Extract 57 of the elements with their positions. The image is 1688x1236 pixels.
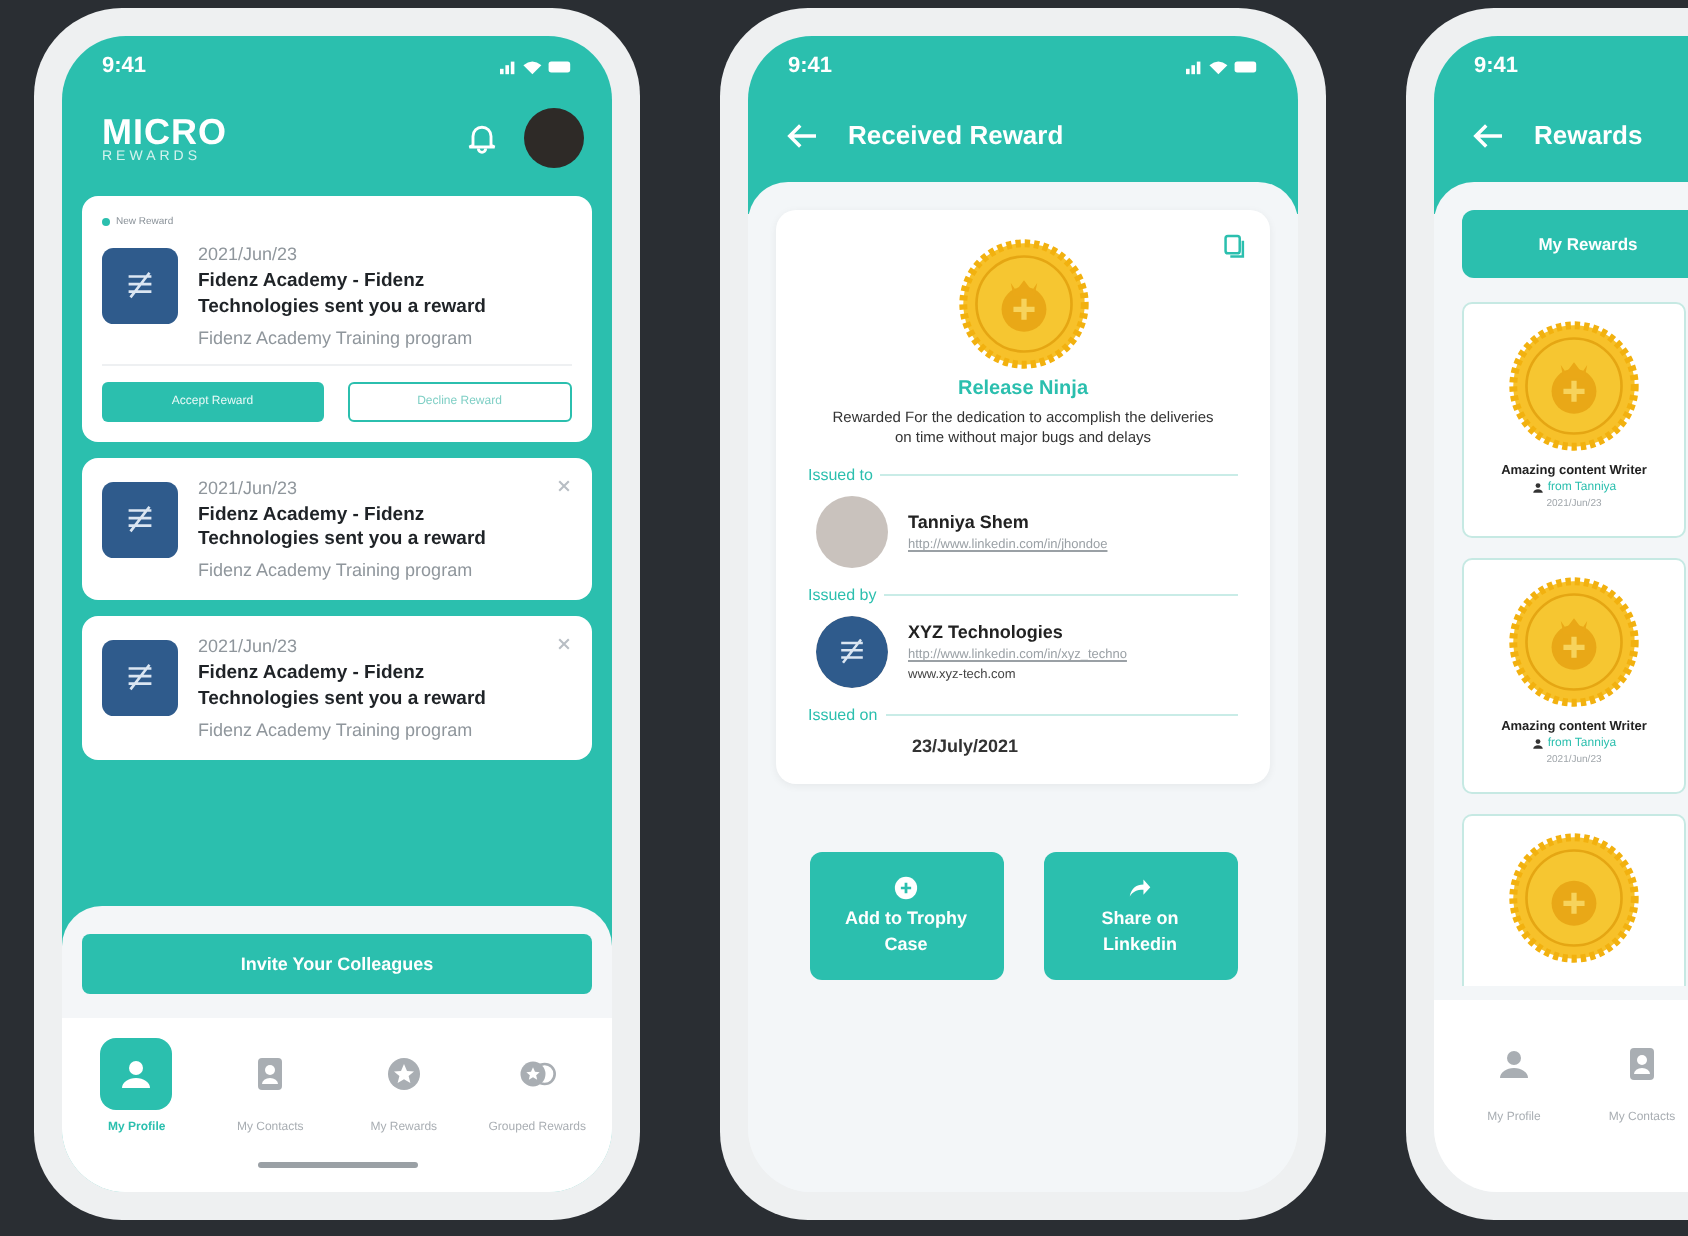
notification-date: 2021/Jun/23 (198, 477, 300, 498)
battery-icon (548, 60, 571, 72)
badge-dot (102, 218, 110, 226)
copy-icon[interactable] (1224, 234, 1246, 260)
recipient-name: Tanniya Shem (908, 512, 1031, 533)
status-time: 9:41 (102, 54, 147, 78)
back-arrow-icon[interactable] (784, 121, 820, 149)
notification-subtitle: Fidenz Academy Training program (198, 719, 475, 740)
logo-icon (816, 616, 888, 689)
star-circle-icon (383, 1054, 424, 1094)
section-label: Issued on (808, 706, 878, 725)
invite-button[interactable]: Invite Your Colleagues (82, 934, 592, 994)
section-label: Issued by (808, 586, 877, 605)
plus-circle-icon (894, 876, 918, 901)
medal-icon (1508, 320, 1640, 452)
reward-name: Release Ninja (957, 378, 1089, 400)
close-icon[interactable] (556, 477, 572, 494)
reward-card[interactable] (1462, 814, 1686, 986)
screen-title: Received Reward (848, 120, 1064, 150)
photo-placeholder (816, 496, 888, 569)
notification-card[interactable]: 2021/Jun/23 Fidenz Academy - Fidenz Technologies sent you a reward Fidenz Academy Training program (82, 457, 592, 601)
medal-icon (1508, 576, 1640, 708)
status-time: 9:41 (788, 54, 833, 78)
person-icon (1531, 738, 1544, 750)
back-arrow-icon[interactable] (1470, 121, 1506, 149)
share-arrow-icon (1128, 876, 1152, 901)
screen-title: Rewards (1534, 120, 1643, 150)
person-icon (1531, 482, 1544, 494)
bell-icon[interactable] (464, 120, 500, 156)
notification-title: Fidenz Academy - Fidenz Technologies sent you a reward (198, 662, 488, 714)
close-icon[interactable] (556, 636, 572, 653)
notification-date: 2021/Jun/23 (198, 244, 300, 264)
signal-icon (1186, 60, 1201, 74)
wifi-icon (1209, 60, 1228, 74)
notification-title: Fidenz Academy - Fidenz Technologies sent you a reward (198, 503, 488, 555)
battery-icon (1234, 60, 1257, 72)
logo-icon (102, 640, 178, 717)
notification-date: 2021/Jun/23 (198, 636, 300, 657)
logo-icon (102, 481, 178, 558)
issuer-name: XYZ Technologies (908, 622, 1065, 643)
wifi-icon (523, 60, 542, 74)
signal-icon (500, 60, 515, 74)
add-to-trophy-case-button[interactable]: Add to Trophy Case (809, 852, 1003, 981)
notification-title: Fidenz Academy - Fidenz Technologies sent you a reward (198, 270, 488, 322)
avatar[interactable] (524, 108, 584, 168)
my-rewards-tab[interactable]: My Rewards (1462, 210, 1688, 278)
section-label: Issued to (808, 466, 873, 485)
issued-date: 23/July/2021 (912, 736, 1019, 757)
notification-subtitle: Fidenz Academy Training program (198, 327, 475, 348)
status-time: 9:41 (1474, 54, 1519, 78)
medal-icon (1508, 832, 1640, 964)
logo-title: MICRO (102, 113, 227, 149)
share-button[interactable]: Share on Linkedin (1043, 852, 1237, 981)
medal-icon (957, 238, 1089, 370)
logo-icon (102, 248, 178, 324)
notification-card[interactable]: 2021/Jun/23 Fidenz Academy - Fidenz Technologies sent you a reward Fidenz Academy Training program (82, 616, 592, 760)
notification-subtitle: Fidenz Academy Training program (198, 560, 475, 581)
